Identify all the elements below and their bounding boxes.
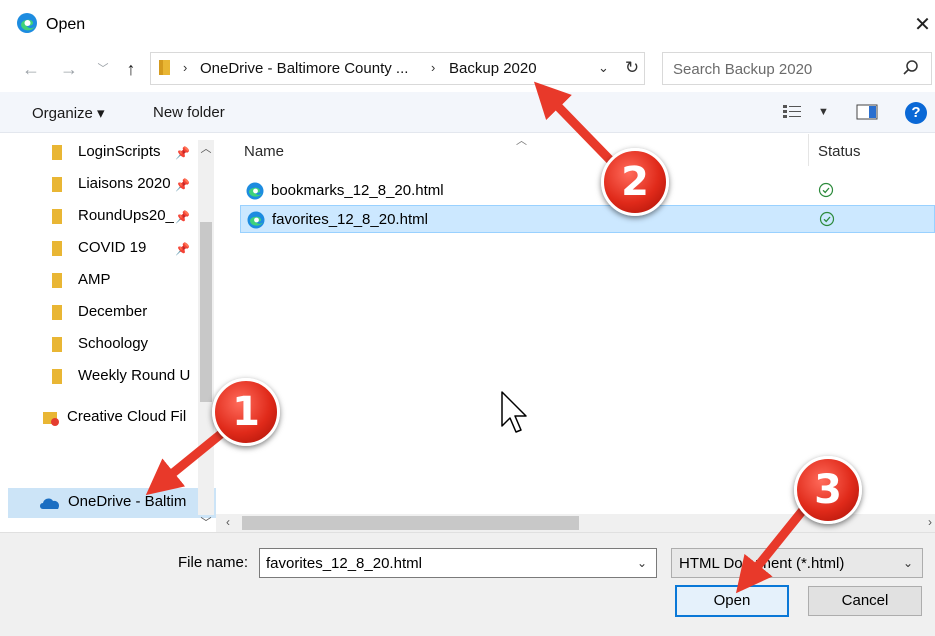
arrow-2 [533, 81, 617, 167]
annotation-badge-1: 1 [212, 378, 280, 446]
arrow-3 [735, 505, 808, 594]
annotation-arrows [145, 81, 808, 594]
annotation-badge-2: 2 [601, 148, 669, 216]
annotation-badge-3: 3 [794, 456, 862, 524]
